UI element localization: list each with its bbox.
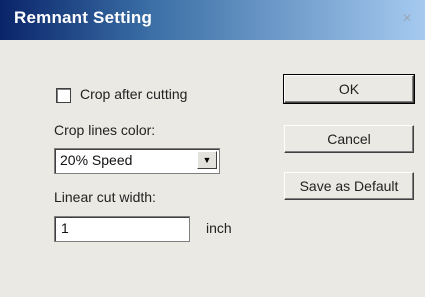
close-icon[interactable]: × [396,8,418,30]
save-as-default-button[interactable]: Save as Default [284,172,414,200]
unit-label: inch [206,220,232,236]
remnant-setting-dialog: Remnant Setting × Crop after cutting Cro… [0,0,425,297]
crop-after-cutting-checkbox[interactable] [56,88,71,103]
cancel-button[interactable]: Cancel [284,125,414,153]
linear-cut-width-value: 1 [61,220,69,236]
linear-cut-width-input[interactable]: 1 [54,216,190,242]
crop-lines-color-select[interactable]: 20% Speed ▼ [54,148,220,174]
linear-cut-width-label: Linear cut width: [54,189,156,205]
window-title: Remnant Setting [14,8,153,27]
crop-lines-color-label: Crop lines color: [54,122,156,138]
ok-button[interactable]: OK [283,74,415,104]
crop-after-cutting-label: Crop after cutting [80,86,188,102]
title-bar[interactable]: Remnant Setting × [0,0,425,40]
crop-lines-color-value: 20% Speed [60,152,133,168]
chevron-down-icon[interactable]: ▼ [197,151,217,169]
